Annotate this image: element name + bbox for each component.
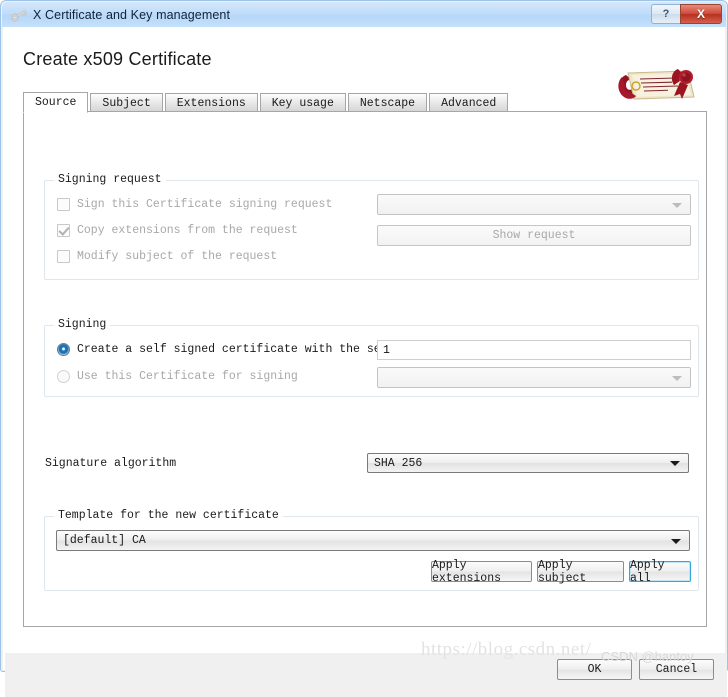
- close-button[interactable]: X: [680, 4, 722, 24]
- chevron-down-icon: [672, 375, 682, 381]
- sign-csr-checkbox-row[interactable]: Sign this Certificate signing request: [57, 198, 332, 211]
- signer-certificate-combo[interactable]: [377, 367, 691, 388]
- signature-algorithm-combo[interactable]: SHA 256: [367, 453, 689, 473]
- copy-extensions-checkbox[interactable]: [57, 224, 70, 237]
- tab-extensions[interactable]: Extensions: [164, 93, 258, 112]
- page-title: Create x509 Certificate: [23, 49, 212, 69]
- sign-csr-checkbox[interactable]: [57, 198, 70, 211]
- signing-request-combo[interactable]: [377, 194, 691, 215]
- tab-netscape[interactable]: Netscape: [347, 93, 428, 112]
- show-request-button[interactable]: Show request: [377, 225, 691, 246]
- apply-all-button[interactable]: Apply all: [629, 559, 691, 585]
- app-window: X Certificate and Key management ? X Cre…: [0, 0, 728, 697]
- modify-subject-checkbox-row[interactable]: Modify subject of the request: [57, 250, 277, 263]
- chevron-down-icon: [672, 202, 682, 208]
- signing-group: Signing Create a self signed certificate…: [44, 318, 699, 397]
- title-bar: X Certificate and Key management ? X: [2, 2, 726, 27]
- tab-advanced[interactable]: Advanced: [429, 93, 509, 112]
- signature-algorithm-label: Signature algorithm: [45, 457, 177, 470]
- self-signed-radio[interactable]: [57, 343, 70, 356]
- ok-button[interactable]: OK: [557, 659, 632, 680]
- tab-source[interactable]: Source: [23, 92, 89, 113]
- tab-subject[interactable]: Subject: [90, 93, 163, 112]
- sign-csr-label: Sign this Certificate signing request: [77, 198, 333, 211]
- template-combo-value: [default] CA: [63, 534, 146, 547]
- tab-panel-source: Signing request Sign this Certificate si…: [23, 111, 707, 627]
- apply-subject-button[interactable]: Apply subject: [537, 559, 624, 585]
- self-signed-radio-row[interactable]: Create a self signed certificate with th…: [57, 343, 408, 356]
- serial-input[interactable]: 1: [377, 340, 691, 360]
- template-group-title: Template for the new certificate: [54, 509, 283, 522]
- key-icon: [9, 6, 29, 24]
- signing-request-group-title: Signing request: [54, 173, 166, 186]
- self-signed-label: Create a self signed certificate with th…: [77, 343, 409, 356]
- template-combo[interactable]: [default] CA: [56, 530, 690, 551]
- tab-strip: Source Subject Extensions Key usage Nets…: [23, 91, 705, 113]
- template-group: Template for the new certificate [defaul…: [44, 509, 699, 591]
- use-certificate-radio[interactable]: [57, 370, 70, 383]
- use-certificate-label: Use this Certificate for signing: [77, 370, 298, 383]
- modify-subject-label: Modify subject of the request: [77, 250, 278, 263]
- signature-algorithm-value: SHA 256: [374, 456, 423, 470]
- modify-subject-checkbox[interactable]: [57, 250, 70, 263]
- signing-request-group: Signing request Sign this Certificate si…: [44, 173, 699, 280]
- copy-extensions-checkbox-row[interactable]: Copy extensions from the request: [57, 224, 298, 237]
- tab-key-usage[interactable]: Key usage: [259, 93, 346, 112]
- signing-group-title: Signing: [54, 318, 111, 331]
- window-title: X Certificate and Key management: [33, 7, 231, 22]
- apply-extensions-button[interactable]: Apply extensions: [431, 559, 532, 585]
- chevron-down-icon: [671, 538, 681, 544]
- use-certificate-radio-row[interactable]: Use this Certificate for signing: [57, 370, 298, 383]
- help-button[interactable]: ?: [651, 4, 680, 24]
- chevron-down-icon: [670, 461, 680, 466]
- copy-extensions-label: Copy extensions from the request: [77, 224, 298, 237]
- dialog-footer: OK Cancel: [5, 653, 727, 697]
- cancel-button[interactable]: Cancel: [639, 659, 714, 680]
- window-controls: ? X: [651, 4, 722, 24]
- client-area: Create x509 Certificate Source Subject E…: [3, 27, 727, 697]
